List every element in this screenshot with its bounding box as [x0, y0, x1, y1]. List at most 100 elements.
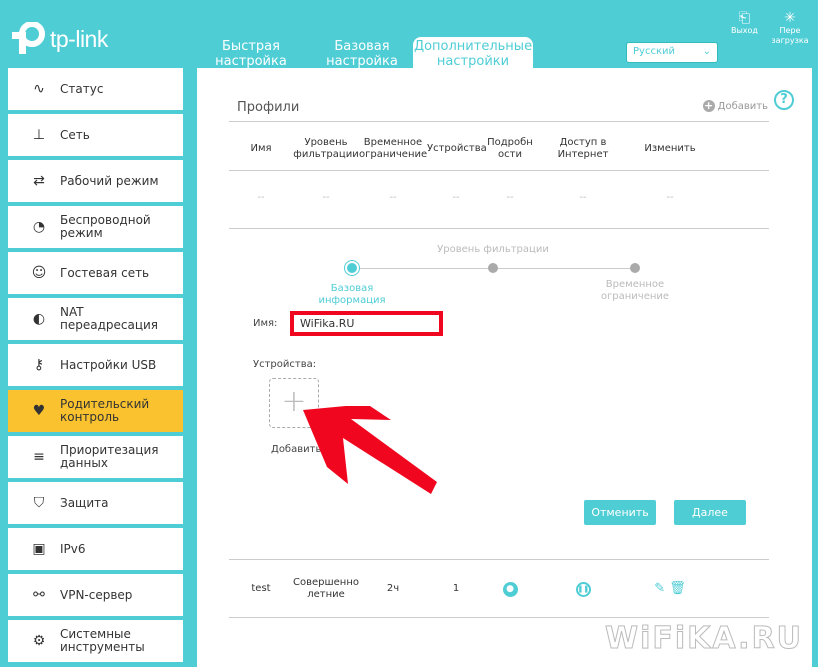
cell: --	[506, 192, 514, 203]
sidebar-item[interactable]: ≡ Приоритезация данных	[8, 436, 183, 478]
reboot-label: Пере загрузка	[771, 26, 809, 45]
chevron-down-icon: ⌄	[702, 46, 711, 57]
add-profile-button[interactable]: + Добавить	[702, 99, 768, 112]
watermark: WiFiKA.RU	[604, 621, 804, 657]
mode-icon: ⇄	[33, 173, 45, 189]
sidebar-item-label: Статус	[60, 81, 104, 96]
step-dot	[488, 263, 498, 273]
cell-time: 2ч	[386, 583, 400, 594]
tp-link-logo: tp-link	[8, 22, 108, 56]
divider	[229, 559, 769, 560]
cell: --	[452, 192, 460, 203]
tab-advanced[interactable]: Дополнительные настройки	[413, 37, 533, 70]
sidebar-item-label: Гостевая сеть	[60, 265, 150, 280]
sidebar-item-label: Защита	[60, 495, 109, 510]
col-devices: Устройства	[427, 143, 487, 154]
sidebar-item[interactable]: ◐ NAT переадресация	[8, 298, 183, 340]
sidebar-item-label: Сеть	[60, 127, 90, 142]
sidebar-item[interactable]: ∿ Статус	[8, 68, 183, 110]
cell: --	[666, 192, 674, 203]
col-internet: Доступ в Интернет	[557, 137, 609, 160]
pause-icon[interactable]: ❚❚	[575, 581, 591, 597]
parental-icon: ♥	[32, 403, 46, 419]
sidebar-item[interactable]: ◔ Беспроводной режим	[8, 206, 183, 248]
shield-icon: ⛉	[33, 495, 45, 511]
cell: --	[322, 192, 330, 203]
sidebar-item[interactable]: ▣ IPv6	[8, 528, 183, 570]
sidebar-item-label: Настройки USB	[60, 357, 157, 372]
logout-button[interactable]: ⎗ Выход	[731, 10, 758, 36]
cell-devices: 1	[452, 583, 460, 594]
logout-icon: ⎗	[738, 10, 751, 26]
profiles-title: Профили	[237, 100, 300, 115]
usb-icon: ⚷	[33, 357, 45, 373]
sidebar-item[interactable]: ⇄ Рабочий режим	[8, 160, 183, 202]
reboot-button[interactable]: ✳ Пере загрузка	[770, 10, 810, 46]
sidebar-item-label: Системные инструменты	[60, 627, 145, 654]
sidebar-item-label: VPN-сервер	[60, 587, 133, 602]
sidebar-item-label: Родительский контроль	[60, 397, 150, 424]
table-header: Имя Уровень фильтрации Временное огранич…	[229, 134, 769, 164]
sidebar-item[interactable]: ♥ Родительский контроль	[8, 390, 183, 432]
ipv6-icon: ▣	[32, 541, 46, 557]
col-name: Имя	[250, 143, 272, 154]
trash-icon[interactable]: 🗑	[669, 581, 686, 596]
eye-icon[interactable]: ●	[502, 581, 518, 597]
sidebar-item[interactable]: ⚯ VPN-сервер	[8, 574, 183, 616]
table-row: test Совершеннолетние 2ч 1 ● ❚❚ ✎ 🗑	[229, 576, 769, 602]
sidebar-item-label: IPv6	[60, 541, 86, 556]
next-button[interactable]: Далее	[674, 500, 746, 525]
col-time: Временное ограничение	[359, 137, 428, 160]
sidebar-item-label: Рабочий режим	[60, 173, 159, 188]
help-icon[interactable]: ?	[774, 90, 794, 110]
sidebar-item[interactable]: ⚷ Настройки USB	[8, 344, 183, 386]
tab-basic[interactable]: Базовая настройка	[302, 37, 422, 70]
pulse-icon: ∿	[33, 81, 45, 97]
language-select[interactable]: Русский ⌄	[626, 42, 718, 63]
sidebar-item-label: Приоритезация данных	[60, 443, 159, 470]
col-filter: Уровень фильтрации	[293, 137, 359, 160]
name-label: Имя:	[253, 318, 278, 329]
divider	[229, 617, 769, 618]
cancel-button[interactable]: Отменить	[584, 500, 656, 525]
divider	[229, 121, 769, 122]
sidebar-item[interactable]: ⛉ Защита	[8, 482, 183, 524]
col-edit: Изменить	[644, 143, 696, 154]
sidebar-item-label: NAT переадресация	[60, 305, 159, 332]
table-row-empty: -- -- -- -- -- -- --	[229, 192, 769, 204]
step-filter-level: Уровень фильтрации	[437, 244, 549, 255]
edit-icon[interactable]: ✎	[654, 581, 665, 596]
step-dot-active	[347, 263, 357, 273]
main-panel: Профили + Добавить ? Имя Уровень фильтрац…	[197, 68, 812, 667]
guest-icon: ☺	[31, 265, 47, 281]
step-time-limit: Временное ограничение	[600, 279, 670, 302]
logout-label: Выход	[731, 26, 758, 35]
nat-icon: ◐	[32, 311, 46, 327]
red-arrow-annotation	[303, 406, 437, 494]
sidebar-item[interactable]: ☺ Гостевая сеть	[8, 252, 183, 294]
wireless-icon: ◔	[32, 219, 46, 235]
plus-circle-icon: +	[702, 99, 715, 112]
divider	[229, 170, 769, 171]
sidebar-item[interactable]: ⚙ Системные инструменты	[8, 620, 183, 662]
cell: --	[579, 192, 587, 203]
step-basic-info: Базовая информация	[318, 283, 386, 306]
tab-quick-setup[interactable]: Быстрая настройка	[191, 37, 311, 70]
add-label: Добавить	[717, 101, 768, 112]
cell: --	[389, 192, 397, 203]
sidebar-item[interactable]: ⊥ Сеть	[8, 114, 183, 156]
reboot-icon: ✳	[784, 10, 796, 26]
cell: --	[257, 192, 265, 203]
devices-label: Устройства:	[253, 359, 317, 370]
sidebar-item-label: Беспроводной режим	[60, 213, 151, 240]
cell-name: test	[251, 583, 271, 594]
network-icon: ⊥	[32, 127, 46, 143]
divider	[229, 228, 769, 229]
col-details: Подробности	[487, 137, 533, 160]
name-input[interactable]: WiFika.RU	[290, 311, 443, 336]
tools-icon: ⚙	[32, 633, 46, 649]
language-value: Русский	[633, 46, 675, 57]
step-dot	[630, 263, 640, 273]
brand-name: tp-link	[50, 25, 108, 52]
vpn-icon: ⚯	[33, 587, 45, 603]
